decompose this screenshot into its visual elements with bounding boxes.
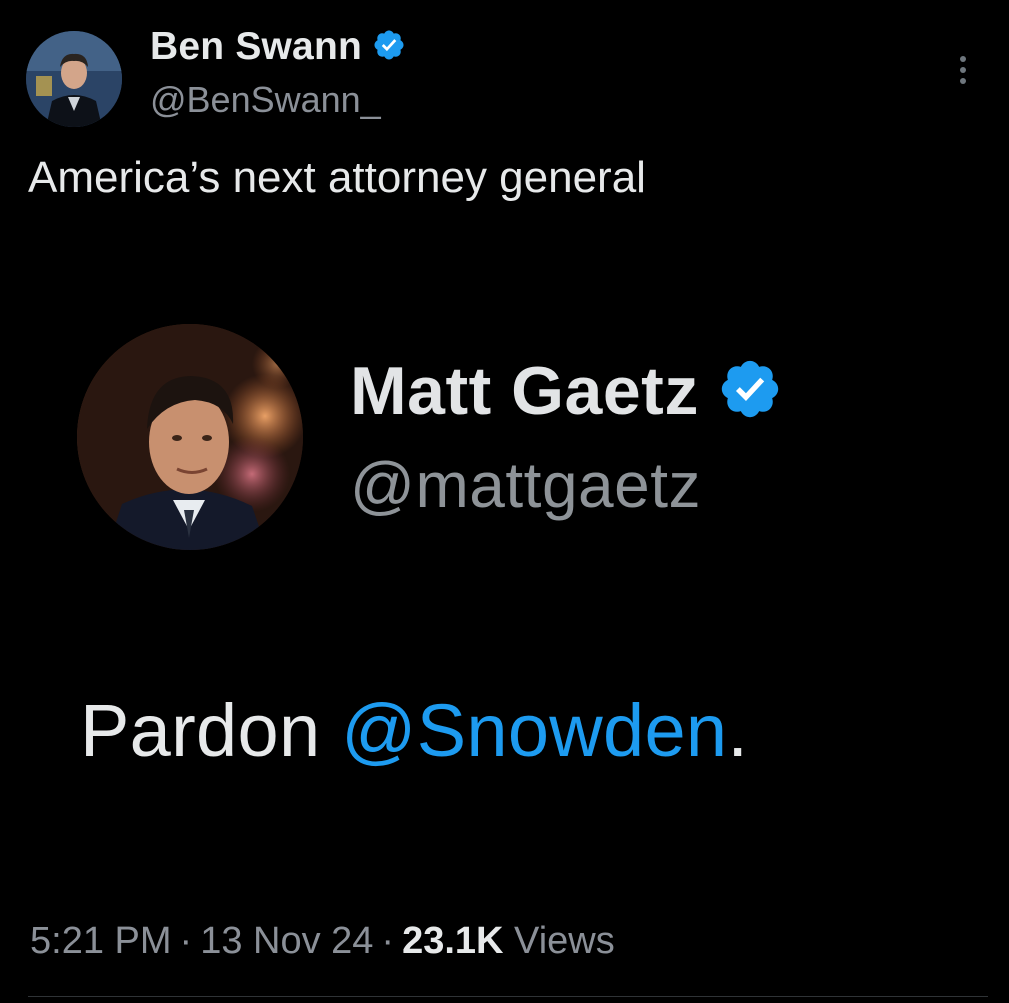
embedded-post-mention: @Snowden — [341, 689, 728, 772]
more-options-icon-dot — [960, 56, 966, 62]
more-options-icon-dot — [960, 67, 966, 73]
more-options-button[interactable] — [945, 50, 981, 90]
tweet-date[interactable]: 13 Nov 24 — [200, 920, 373, 962]
embedded-post-avatar — [77, 324, 303, 550]
embedded-post-image[interactable]: Matt Gaetz @mattgaetz Pardon @Snowden. — [0, 300, 1009, 860]
author-name[interactable]: Ben Swann — [150, 25, 362, 69]
verified-badge-icon — [717, 356, 783, 427]
tweet-card: Ben Swann @BenSwann_ America’s next atto… — [0, 0, 1009, 1003]
meta-separator: · — [381, 920, 395, 962]
tweet-meta: 5:21 PM · 13 Nov 24 · 23.1K Views — [30, 920, 615, 963]
author-avatar-image — [26, 31, 122, 127]
tweet-text: America’s next attorney general — [28, 153, 646, 202]
embedded-post-name: Matt Gaetz — [350, 353, 699, 429]
embedded-post-name-row: Matt Gaetz — [350, 352, 783, 430]
embedded-post-text-suffix: . — [727, 689, 749, 772]
more-options-icon-dot — [960, 78, 966, 84]
views-count[interactable]: 23.1K — [402, 920, 503, 962]
author-avatar[interactable] — [26, 31, 122, 127]
meta-separator: · — [179, 920, 193, 962]
divider — [28, 996, 988, 997]
author-name-row: Ben Swann — [150, 25, 406, 69]
embedded-post-handle: @mattgaetz — [350, 449, 701, 521]
embedded-post-avatar-image — [77, 324, 303, 550]
embedded-post-text-prefix: Pardon — [80, 689, 342, 772]
verified-badge-icon — [372, 28, 406, 67]
author-handle[interactable]: @BenSwann_ — [150, 79, 381, 121]
embedded-post-text: Pardon @Snowden. — [80, 688, 748, 773]
tweet-time[interactable]: 5:21 PM — [30, 920, 172, 962]
views-label[interactable]: Views — [514, 920, 615, 962]
